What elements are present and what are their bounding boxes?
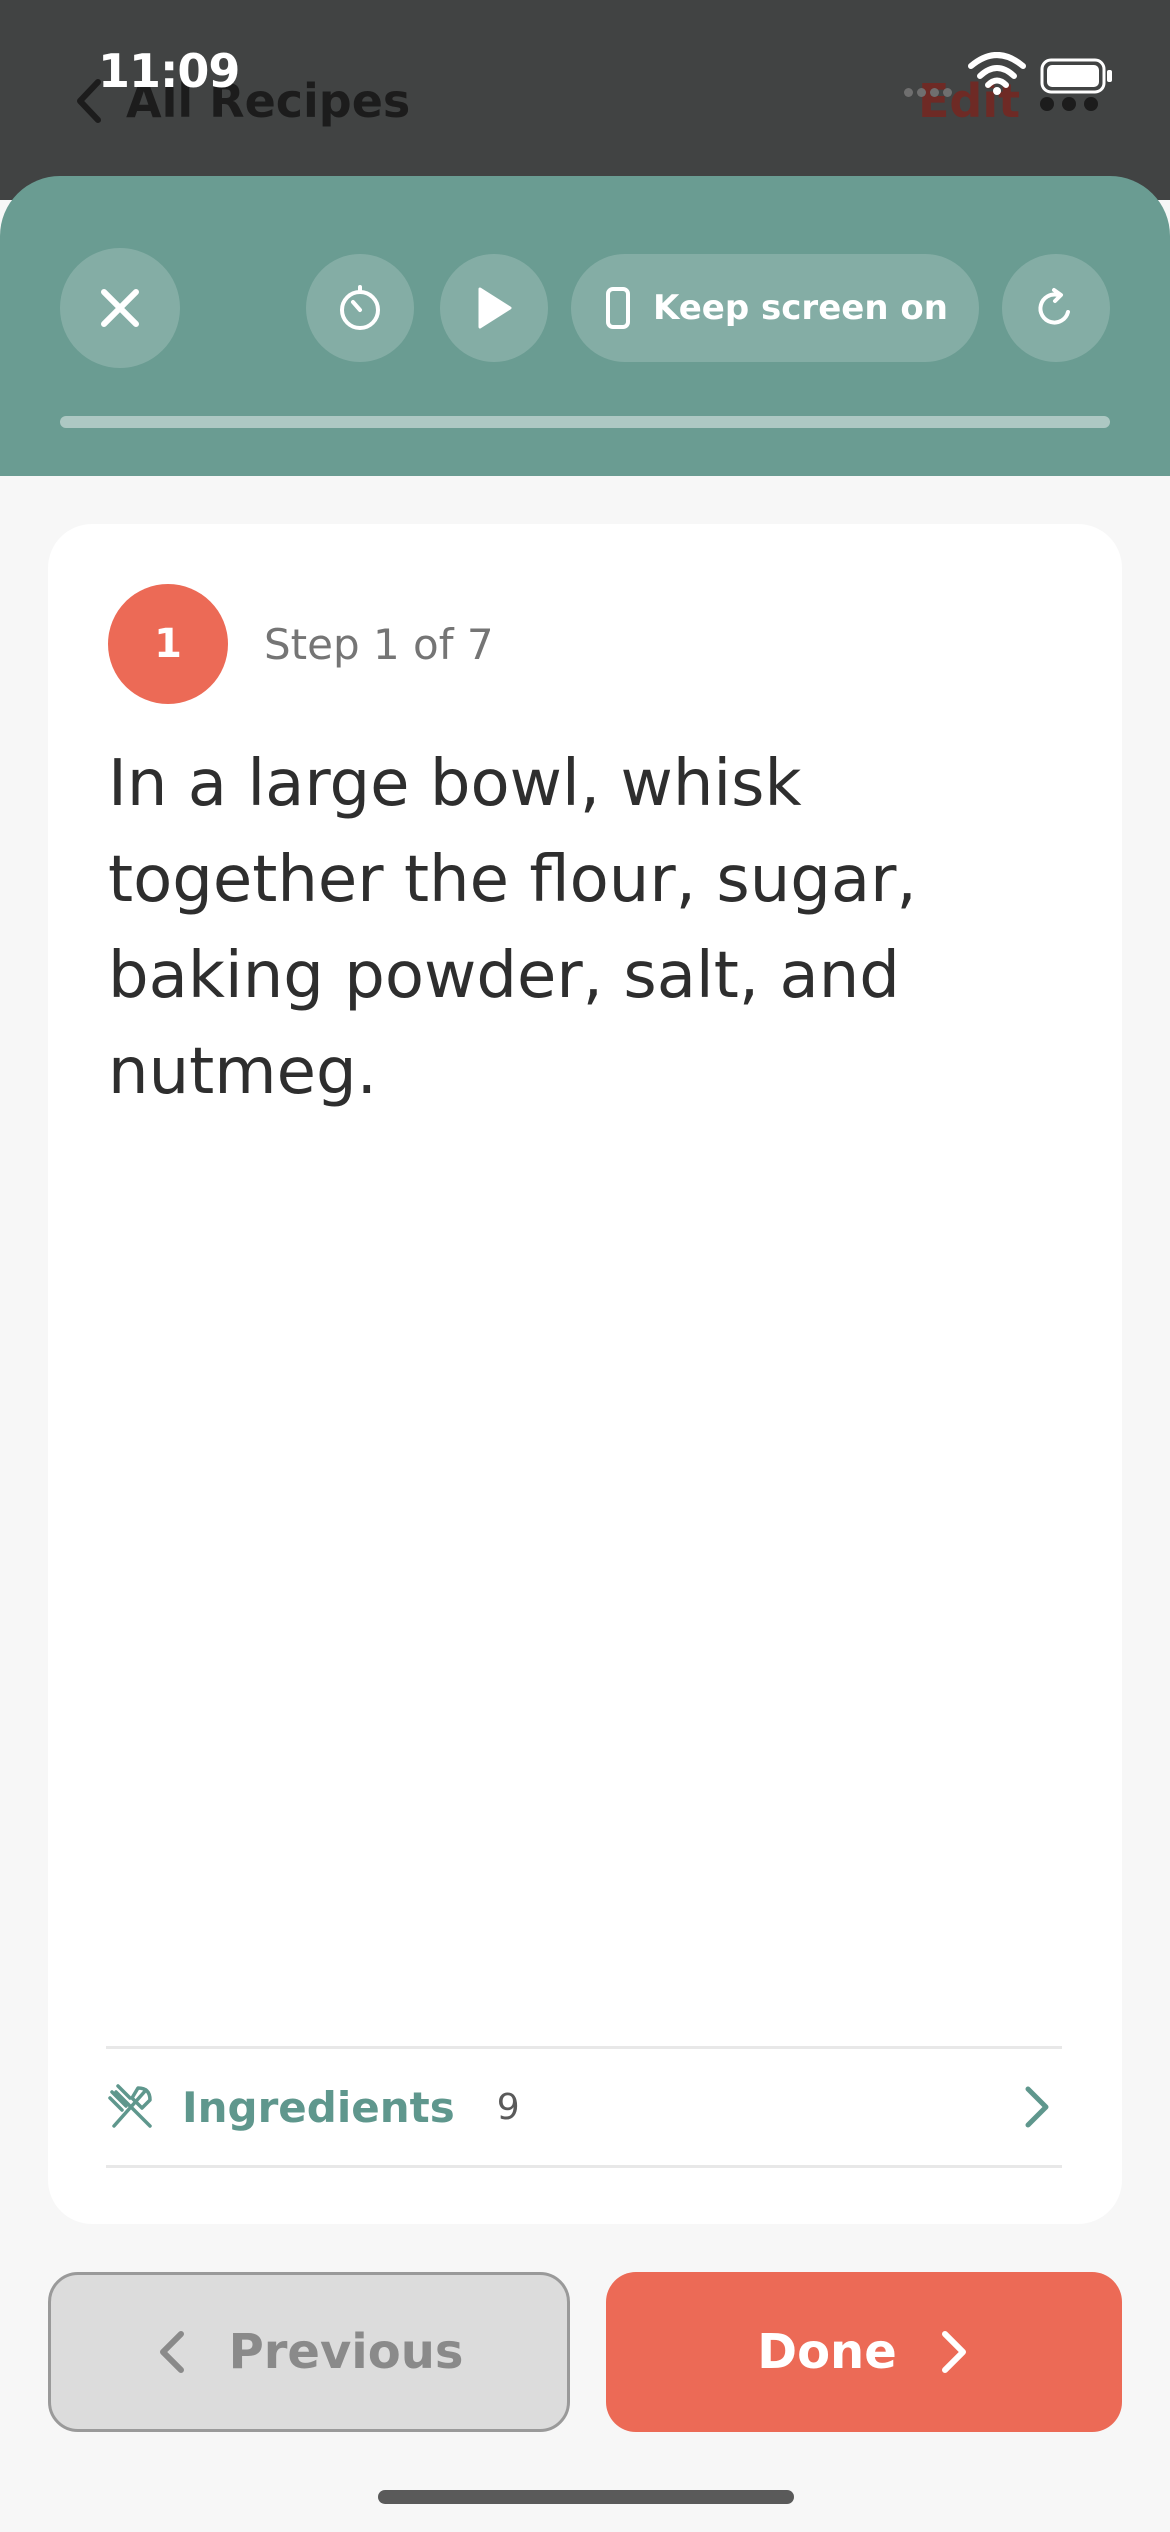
more-dots-icon[interactable]	[1040, 96, 1110, 111]
step-progress-bar	[60, 416, 1110, 428]
step-count-label: Step 1 of 7	[264, 620, 494, 669]
close-icon	[101, 289, 139, 327]
step-instruction-text: In a large bowl, whisk together the flou…	[108, 747, 917, 1109]
previous-button[interactable]: Previous	[48, 2272, 570, 2432]
phone-icon	[606, 287, 630, 329]
close-button[interactable]	[60, 248, 180, 368]
cellular-dots-icon	[904, 82, 960, 97]
cook-mode-panel: Keep screen on	[0, 176, 1170, 476]
keep-screen-on-label: Keep screen on	[653, 288, 948, 328]
timer-button[interactable]	[306, 254, 414, 362]
step-card: 1 Step 1 of 7 In a large bowl, whisk tog…	[48, 524, 1122, 2224]
keep-screen-on-toggle[interactable]: Keep screen on	[571, 254, 979, 362]
timer-icon	[340, 285, 380, 330]
chevron-right-icon	[1025, 2086, 1049, 2128]
ingredients-row[interactable]: Ingredients 9	[106, 2046, 1062, 2168]
previous-label: Previous	[228, 2324, 464, 2380]
battery-icon	[1040, 58, 1112, 94]
utensils-icon	[108, 2084, 152, 2128]
play-icon	[478, 287, 512, 329]
chevron-left-icon	[159, 2331, 184, 2373]
step-number-badge: 1	[108, 584, 228, 704]
wifi-icon	[968, 52, 1026, 95]
done-label: Done	[757, 2324, 897, 2380]
top-bar: All Recipes 11:09 Edit	[0, 0, 1170, 200]
ingredients-label: Ingredients	[182, 2082, 455, 2132]
restart-button[interactable]	[1002, 254, 1110, 362]
refresh-icon	[1038, 288, 1070, 325]
status-time: 11:09	[98, 44, 240, 98]
home-indicator	[378, 2490, 794, 2504]
done-button[interactable]: Done	[606, 2272, 1122, 2432]
chevron-right-icon	[941, 2331, 966, 2373]
ingredients-count: 9	[496, 2086, 520, 2128]
play-button[interactable]	[440, 254, 548, 362]
